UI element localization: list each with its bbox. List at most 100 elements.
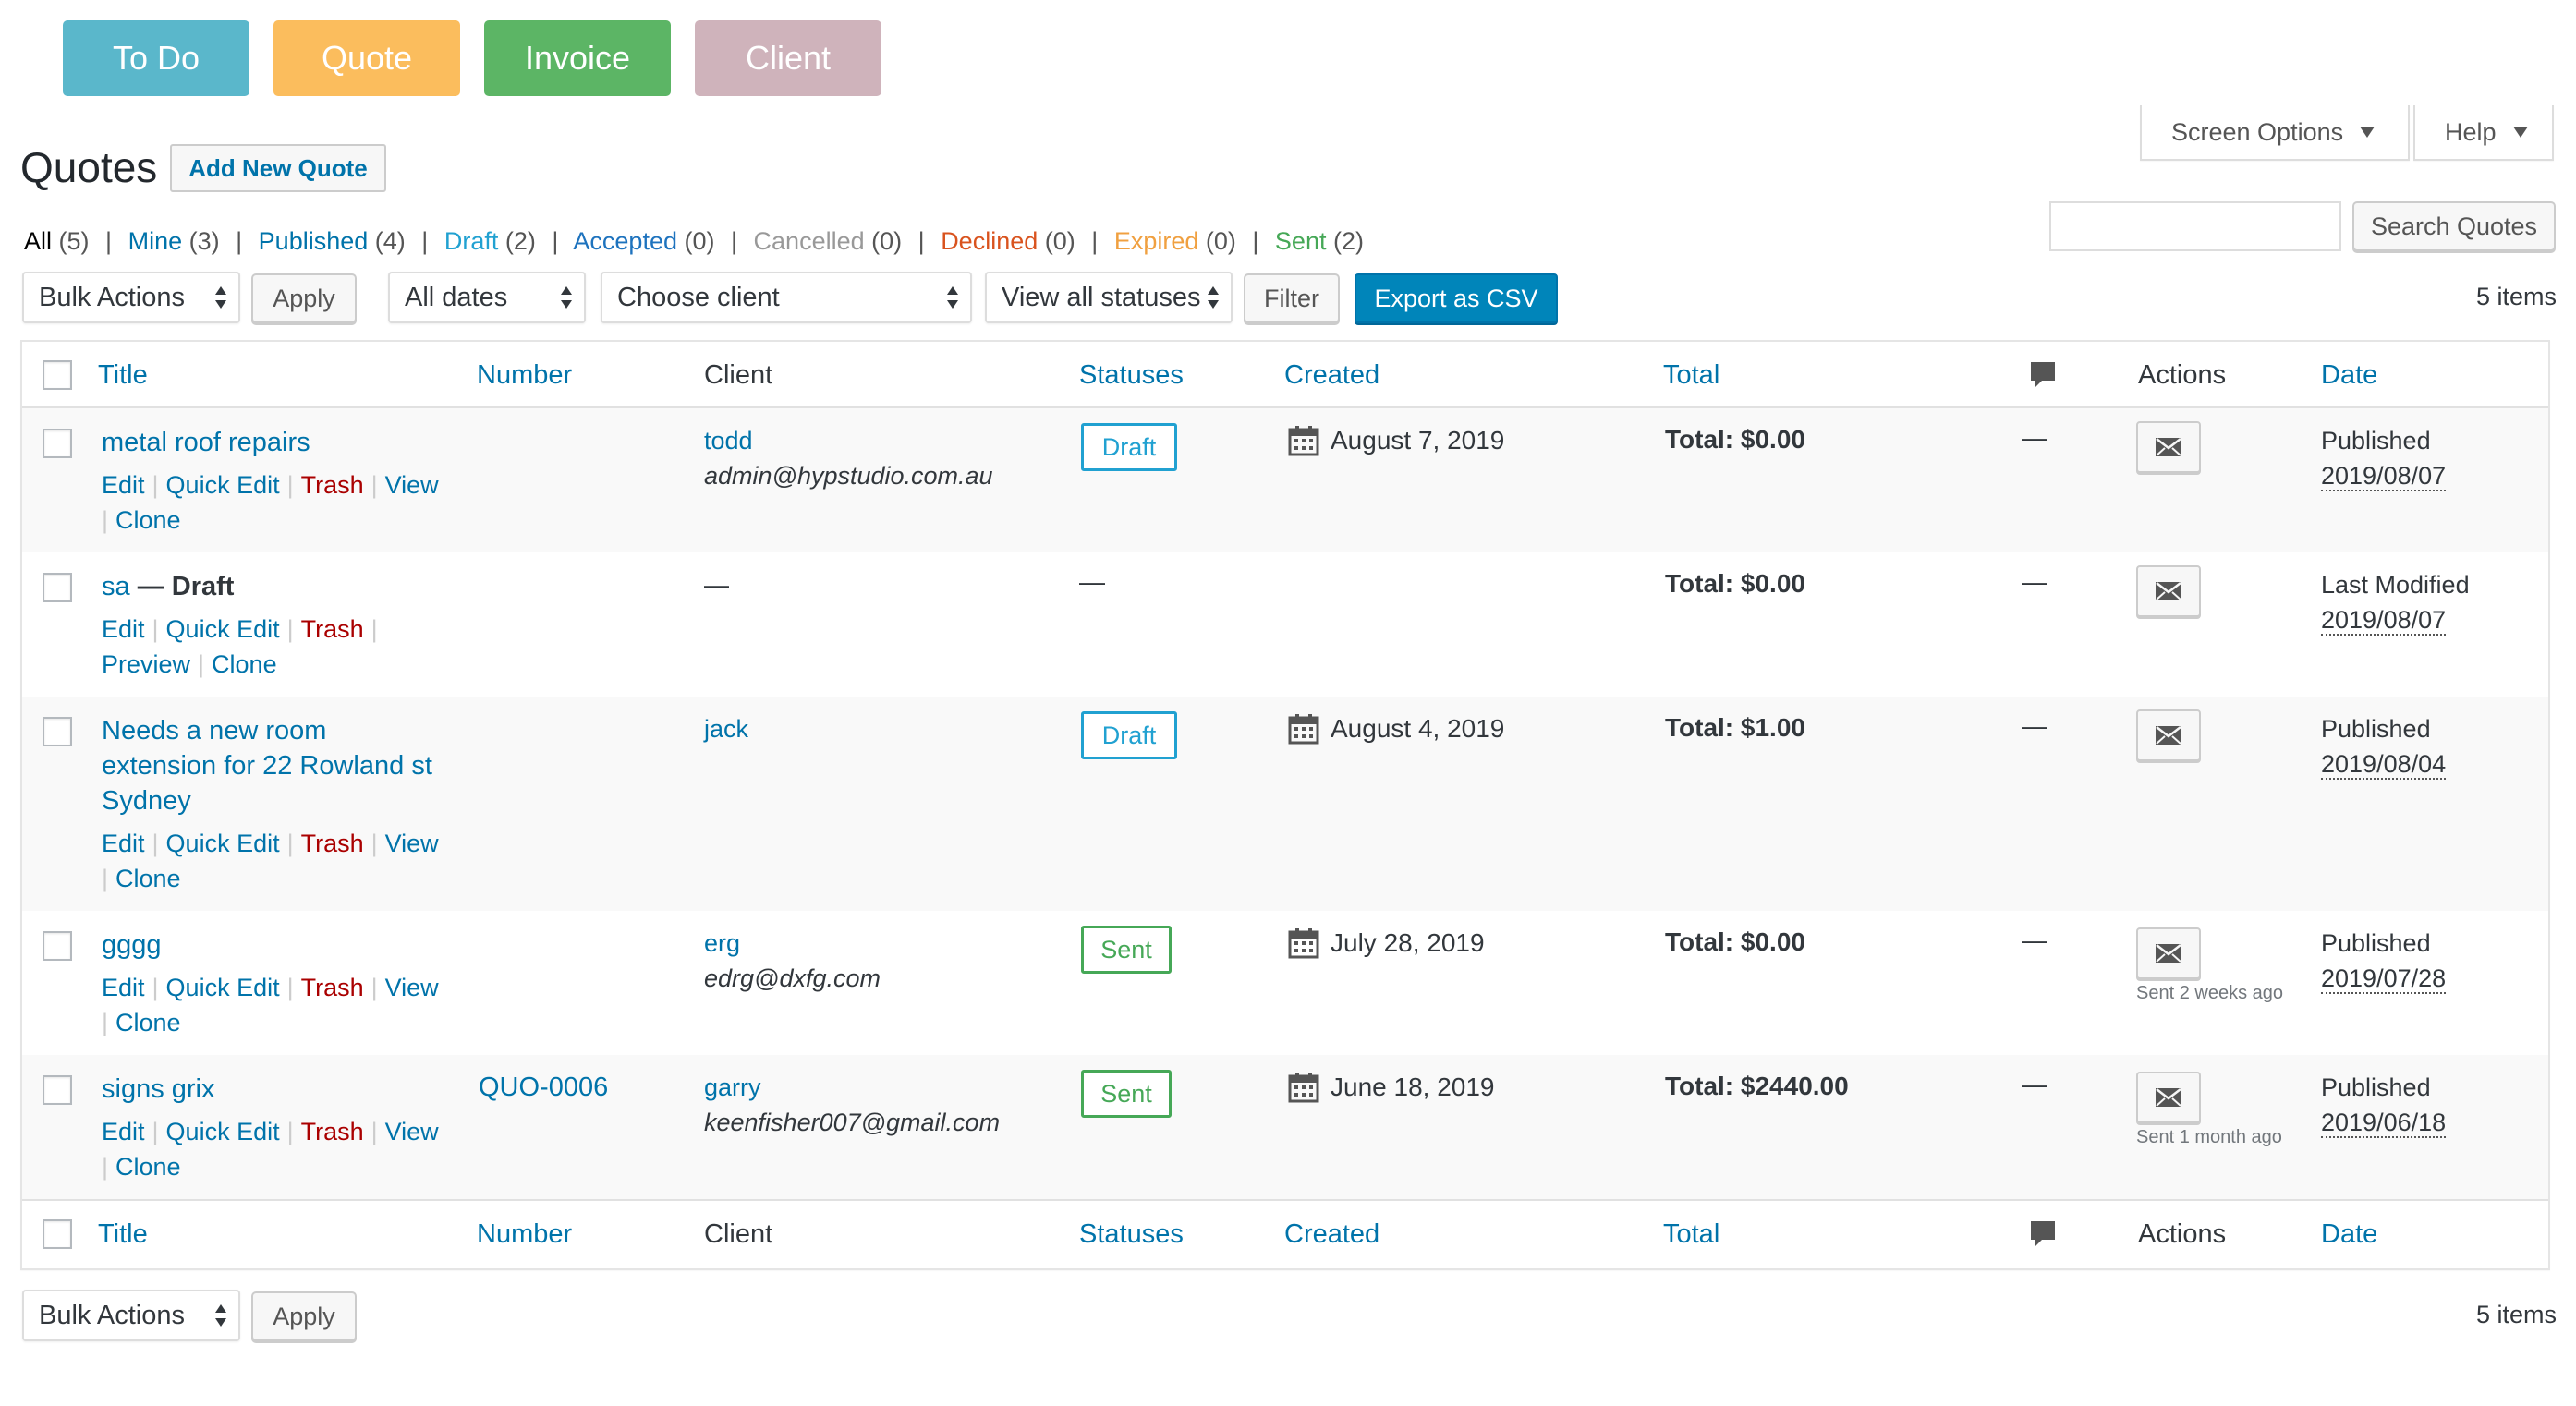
- column-total[interactable]: Total: [1663, 1219, 1719, 1250]
- row-client: jack: [704, 711, 748, 746]
- view-link[interactable]: View: [385, 974, 439, 1001]
- filter-button[interactable]: Filter: [1244, 273, 1340, 323]
- column-created[interactable]: Created: [1284, 360, 1379, 391]
- view-link[interactable]: View: [385, 471, 439, 499]
- search-input[interactable]: [2049, 201, 2341, 251]
- quick-edit-link[interactable]: Quick Edit: [166, 615, 280, 643]
- column-number[interactable]: Number: [477, 360, 572, 391]
- row-checkbox[interactable]: [43, 1075, 72, 1105]
- help-tab[interactable]: Help: [2413, 105, 2554, 161]
- filter-cancelled[interactable]: Cancelled (0): [754, 227, 903, 255]
- edit-link[interactable]: Edit: [102, 471, 145, 499]
- send-email-button[interactable]: [2136, 1072, 2201, 1123]
- trash-link[interactable]: Trash: [301, 974, 364, 1001]
- quick-edit-link[interactable]: Quick Edit: [166, 974, 280, 1001]
- select-all-checkbox[interactable]: [43, 360, 72, 390]
- column-statuses[interactable]: Statuses: [1079, 1219, 1184, 1250]
- view-link[interactable]: View: [385, 830, 439, 857]
- column-date[interactable]: Date: [2321, 360, 2377, 391]
- edit-link[interactable]: Edit: [102, 1118, 145, 1145]
- client-email: admin@hypstudio.com.au: [704, 462, 993, 490]
- trash-link[interactable]: Trash: [301, 830, 364, 857]
- clone-link[interactable]: Clone: [115, 506, 181, 534]
- status-badge: Sent: [1081, 1070, 1172, 1118]
- client-name-link[interactable]: todd: [704, 427, 753, 455]
- export-csv-button[interactable]: Export as CSV: [1355, 273, 1558, 323]
- quick-edit-link[interactable]: Quick Edit: [166, 471, 280, 499]
- column-statuses[interactable]: Statuses: [1079, 360, 1184, 391]
- row-date: Last Modified 2019/08/07: [2321, 567, 2470, 637]
- edit-link[interactable]: Edit: [102, 830, 145, 857]
- filter-declined[interactable]: Declined (0): [941, 227, 1075, 255]
- column-title[interactable]: Title: [98, 1219, 148, 1250]
- filter-published[interactable]: Published (4): [259, 227, 406, 255]
- column-client: Client: [704, 1219, 773, 1249]
- row-client: erg edrg@dxfg.com: [704, 926, 881, 996]
- send-email-button[interactable]: [2136, 565, 2201, 617]
- statuses-select[interactable]: View all statuses: [985, 272, 1233, 323]
- row-actions: Edit | Quick Edit | Trash | View | Clone: [102, 471, 439, 534]
- column-number[interactable]: Number: [477, 1219, 572, 1250]
- row-checkbox[interactable]: [43, 931, 72, 961]
- filter-expired[interactable]: Expired (0): [1114, 227, 1236, 255]
- row-title[interactable]: signs grix: [102, 1072, 215, 1107]
- invoice-button[interactable]: Invoice: [484, 20, 671, 96]
- row-title[interactable]: Needs a new room extension for 22 Rowland…: [102, 713, 432, 818]
- quote-button[interactable]: Quote: [273, 20, 460, 96]
- trash-link[interactable]: Trash: [301, 1118, 364, 1145]
- column-total[interactable]: Total: [1663, 360, 1719, 391]
- column-date[interactable]: Date: [2321, 1219, 2377, 1250]
- send-email-button[interactable]: [2136, 421, 2201, 473]
- todo-button[interactable]: To Do: [63, 20, 249, 96]
- bulk-actions-select-bottom[interactable]: Bulk Actions: [22, 1290, 240, 1341]
- row-date: Published 2019/08/04: [2321, 711, 2447, 782]
- row-title[interactable]: metal roof repairs: [102, 425, 310, 460]
- client-name-link[interactable]: garry: [704, 1073, 761, 1101]
- sent-note: Sent 1 month ago: [2136, 1127, 2282, 1147]
- row-checkbox[interactable]: [43, 717, 72, 746]
- select-arrows-icon: [214, 285, 227, 310]
- trash-link[interactable]: Trash: [301, 471, 364, 499]
- envelope-icon: [2156, 1088, 2181, 1107]
- select-all-checkbox-footer[interactable]: [43, 1219, 72, 1249]
- bulk-actions-select[interactable]: Bulk Actions: [22, 272, 240, 323]
- column-created[interactable]: Created: [1284, 1219, 1379, 1250]
- client-name-link[interactable]: jack: [704, 715, 748, 743]
- filter-sent[interactable]: Sent (2): [1275, 227, 1364, 255]
- clone-link[interactable]: Clone: [212, 650, 277, 678]
- quick-edit-link[interactable]: Quick Edit: [166, 830, 280, 857]
- view-link[interactable]: View: [385, 1118, 439, 1145]
- clone-link[interactable]: Clone: [115, 1153, 181, 1181]
- row-checkbox[interactable]: [43, 429, 72, 458]
- row-title-link[interactable]: sa: [102, 572, 130, 601]
- clone-link[interactable]: Clone: [115, 1009, 181, 1036]
- apply-button-bottom[interactable]: Apply: [251, 1291, 357, 1341]
- filter-all[interactable]: All (5): [24, 227, 90, 255]
- search-quotes-button[interactable]: Search Quotes: [2352, 201, 2556, 251]
- edit-link[interactable]: Edit: [102, 974, 145, 1001]
- preview-link[interactable]: Preview: [102, 650, 190, 678]
- add-new-quote-button[interactable]: Add New Quote: [170, 144, 386, 192]
- row-checkbox[interactable]: [43, 573, 72, 602]
- row-number[interactable]: QUO-0006: [479, 1070, 608, 1105]
- screen-options-tab[interactable]: Screen Options: [2140, 105, 2410, 161]
- page-title: Quotes: [20, 143, 158, 191]
- filter-draft[interactable]: Draft (2): [444, 227, 536, 255]
- filter-accepted[interactable]: Accepted (0): [573, 227, 714, 255]
- apply-button[interactable]: Apply: [251, 273, 357, 323]
- row-total: Total: $0.00: [1665, 927, 1805, 956]
- row-title[interactable]: gggg: [102, 927, 162, 963]
- client-select[interactable]: Choose client: [601, 272, 972, 323]
- edit-link[interactable]: Edit: [102, 615, 145, 643]
- calendar-icon: [1288, 928, 1319, 959]
- send-email-button[interactable]: [2136, 709, 2201, 761]
- filter-mine[interactable]: Mine (3): [128, 227, 220, 255]
- client-name-link[interactable]: erg: [704, 929, 740, 957]
- column-title[interactable]: Title: [98, 360, 148, 391]
- client-button[interactable]: Client: [695, 20, 881, 96]
- trash-link[interactable]: Trash: [301, 615, 364, 643]
- clone-link[interactable]: Clone: [115, 865, 181, 892]
- dates-select[interactable]: All dates: [388, 272, 586, 323]
- quick-edit-link[interactable]: Quick Edit: [166, 1118, 280, 1145]
- send-email-button[interactable]: [2136, 927, 2201, 979]
